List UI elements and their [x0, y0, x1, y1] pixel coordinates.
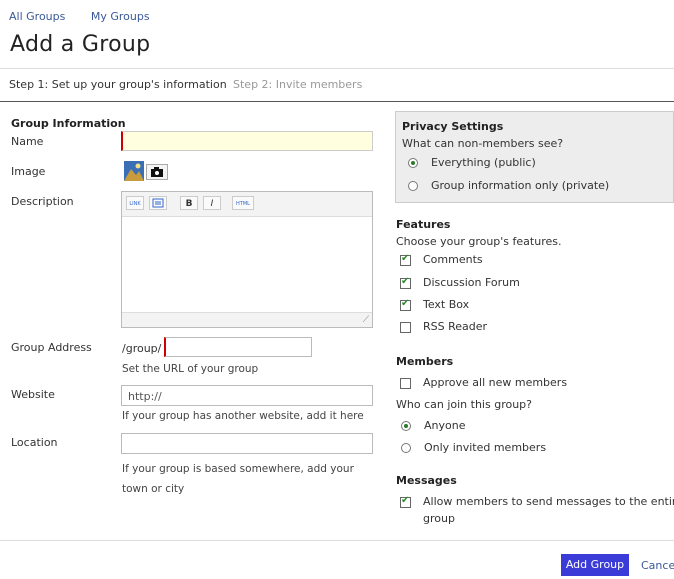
- step-1: Step 1: Set up your group's information: [9, 78, 227, 91]
- editor-footer: ⟋: [122, 312, 372, 327]
- html-button[interactable]: HTML: [232, 196, 254, 210]
- members-heading: Members: [396, 355, 454, 368]
- checkbox-approve-members[interactable]: [400, 377, 411, 389]
- camera-icon: [151, 167, 163, 177]
- name-input[interactable]: [121, 131, 373, 151]
- top-nav: All Groups My Groups: [9, 10, 172, 23]
- feature-text-box[interactable]: Text Box: [400, 298, 469, 311]
- website-hint: If your group has another website, add i…: [122, 410, 364, 422]
- feature-comments-label: Comments: [423, 253, 483, 266]
- name-label: Name: [11, 135, 44, 148]
- all-groups-link[interactable]: All Groups: [9, 10, 65, 23]
- checkbox-allow-messages[interactable]: [400, 495, 411, 508]
- add-group-button[interactable]: Add Group: [561, 554, 629, 576]
- website-label: Website: [11, 388, 55, 401]
- approve-members[interactable]: Approve all new members: [400, 376, 567, 389]
- link-button[interactable]: LINK: [126, 196, 144, 210]
- privacy-private-label: Group information only (private): [431, 179, 610, 192]
- privacy-heading: Privacy Settings: [402, 120, 504, 133]
- group-address-input[interactable]: [164, 337, 312, 357]
- checkbox-text-box[interactable]: [400, 298, 411, 311]
- feature-rss-reader[interactable]: RSS Reader: [400, 320, 487, 333]
- feature-discussion-forum-label: Discussion Forum: [423, 276, 520, 289]
- privacy-public-label: Everything (public): [431, 156, 536, 169]
- radio-anyone[interactable]: [401, 421, 411, 431]
- allow-messages-label-line1: Allow members to send messages to the en…: [423, 495, 674, 508]
- join-anyone-label: Anyone: [424, 419, 466, 432]
- group-image-thumbnail: [124, 161, 144, 181]
- features-heading: Features: [396, 218, 451, 231]
- join-invited-label: Only invited members: [424, 441, 547, 454]
- join-option-invited[interactable]: Only invited members: [401, 441, 546, 454]
- editor-toolbar: LINK B I HTML: [122, 192, 372, 217]
- group-address-hint: Set the URL of your group: [122, 363, 259, 375]
- features-subtext: Choose your group's features.: [396, 235, 562, 248]
- camera-button[interactable]: [146, 164, 168, 180]
- resize-grip-icon[interactable]: ⟋: [363, 315, 369, 325]
- feature-discussion-forum[interactable]: Discussion Forum: [400, 276, 520, 289]
- steps-bar: Step 1: Set up your group's information …: [0, 68, 674, 102]
- privacy-option-public[interactable]: Everything (public): [408, 156, 536, 169]
- radio-invited[interactable]: [401, 443, 411, 453]
- image-label: Image: [11, 165, 46, 178]
- members-question: Who can join this group?: [396, 398, 532, 411]
- privacy-settings-panel: Privacy Settings What can non-members se…: [395, 111, 674, 203]
- group-info-heading: Group Information: [11, 117, 126, 130]
- description-editor[interactable]: LINK B I HTML ⟋: [121, 191, 373, 328]
- insert-image-icon: [152, 198, 164, 208]
- feature-rss-reader-label: RSS Reader: [423, 320, 488, 333]
- allow-messages[interactable]: Allow members to send messages to the en…: [400, 495, 674, 525]
- join-option-anyone[interactable]: Anyone: [401, 419, 465, 432]
- image-thumbnail-icon: [124, 161, 144, 181]
- cancel-link[interactable]: Cance: [641, 559, 674, 572]
- italic-button[interactable]: I: [203, 196, 221, 210]
- messages-heading: Messages: [396, 474, 457, 487]
- location-hint: If your group is based somewhere, add yo…: [122, 463, 354, 495]
- step-2[interactable]: Step 2: Invite members: [233, 78, 362, 91]
- location-input[interactable]: [121, 433, 373, 454]
- page-title: Add a Group: [10, 32, 151, 57]
- location-label: Location: [11, 436, 58, 449]
- allow-messages-label-line2: group: [423, 512, 455, 525]
- description-label: Description: [11, 195, 74, 208]
- privacy-question: What can non-members see?: [402, 137, 564, 150]
- website-input[interactable]: http://: [121, 385, 373, 406]
- insert-image-button[interactable]: [149, 196, 167, 210]
- bold-button[interactable]: B: [180, 196, 198, 210]
- checkbox-comments[interactable]: [400, 253, 411, 266]
- feature-text-box-label: Text Box: [423, 298, 470, 311]
- approve-members-label: Approve all new members: [423, 376, 568, 389]
- group-address-label: Group Address: [11, 341, 92, 354]
- group-address-prefix: /group/: [122, 342, 162, 355]
- feature-comments[interactable]: Comments: [400, 253, 483, 266]
- my-groups-link[interactable]: My Groups: [91, 10, 150, 23]
- privacy-option-private[interactable]: Group information only (private): [408, 179, 609, 192]
- checkbox-discussion-forum[interactable]: [400, 276, 411, 289]
- radio-private[interactable]: [408, 181, 418, 191]
- checkbox-rss-reader[interactable]: [400, 321, 411, 333]
- radio-public[interactable]: [408, 158, 418, 168]
